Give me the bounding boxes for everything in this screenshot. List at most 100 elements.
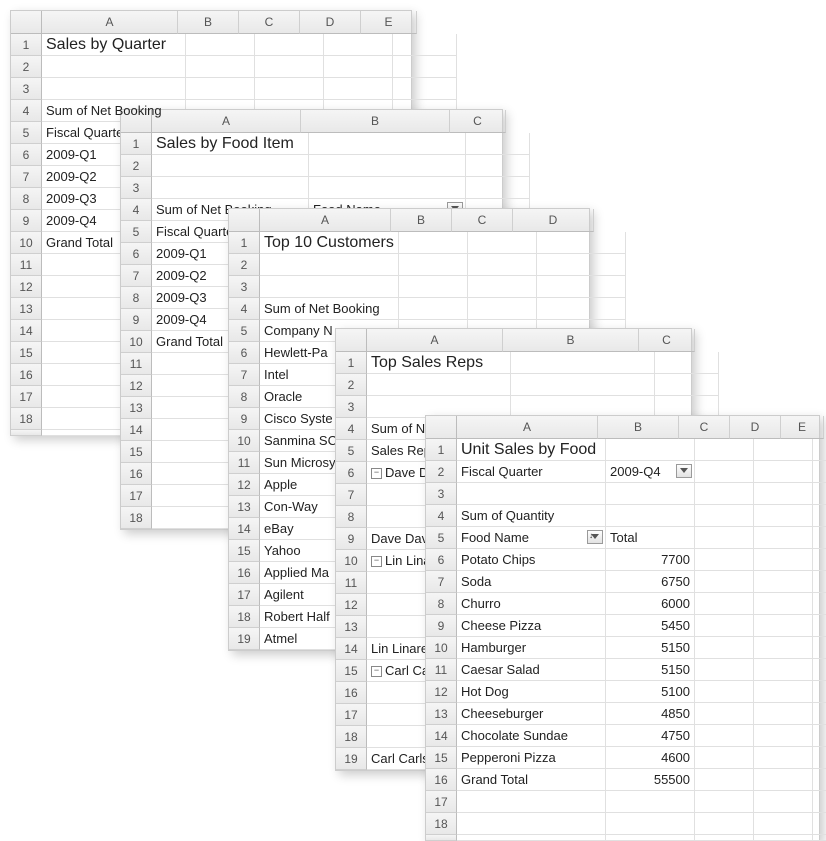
row-header[interactable]: 13 — [121, 397, 152, 419]
col-header[interactable]: D — [513, 209, 594, 232]
cell[interactable]: Sum of Net Booking — [260, 298, 399, 320]
cell[interactable] — [754, 505, 813, 527]
cell[interactable] — [399, 298, 468, 320]
col-header[interactable]: A — [367, 329, 503, 352]
row-header[interactable]: 10 — [11, 232, 42, 254]
col-header[interactable]: A — [42, 11, 178, 34]
row-header[interactable]: 13 — [426, 703, 457, 725]
cell[interactable] — [695, 615, 754, 637]
cell[interactable] — [695, 527, 754, 549]
cell[interactable] — [754, 483, 813, 505]
row-header[interactable]: 12 — [11, 276, 42, 298]
cell[interactable] — [511, 352, 655, 374]
cell[interactable] — [813, 835, 826, 841]
cell[interactable] — [468, 232, 537, 254]
cell[interactable]: 4600 — [606, 747, 695, 769]
cell[interactable] — [466, 177, 530, 199]
row-header[interactable]: 16 — [229, 562, 260, 584]
cell[interactable]: Unit Sales by Food — [457, 439, 606, 461]
row-header[interactable]: 2 — [229, 254, 260, 276]
cell[interactable] — [813, 549, 826, 571]
row-header[interactable]: 4 — [229, 298, 260, 320]
row-header[interactable]: 10 — [426, 637, 457, 659]
cell[interactable] — [754, 725, 813, 747]
cell[interactable] — [754, 439, 813, 461]
cell[interactable]: Sum of Quantity — [457, 505, 606, 527]
cell[interactable] — [754, 571, 813, 593]
cell[interactable]: 6000 — [606, 593, 695, 615]
select-all-corner[interactable] — [11, 11, 42, 34]
row-header[interactable]: 9 — [121, 309, 152, 331]
row-header[interactable]: 9 — [426, 615, 457, 637]
row-header[interactable]: 7 — [336, 484, 367, 506]
row-header[interactable]: 18 — [336, 726, 367, 748]
row-header[interactable]: 9 — [336, 528, 367, 550]
row-header[interactable]: 8 — [229, 386, 260, 408]
cell[interactable]: Total — [606, 527, 695, 549]
row-header[interactable]: 2 — [336, 374, 367, 396]
cell[interactable] — [813, 439, 826, 461]
row-header[interactable] — [11, 430, 42, 436]
cell[interactable] — [813, 747, 826, 769]
row-header[interactable]: 10 — [336, 550, 367, 572]
cell[interactable] — [695, 483, 754, 505]
row-header[interactable]: 15 — [336, 660, 367, 682]
col-header[interactable]: A — [260, 209, 391, 232]
row-header[interactable]: 4 — [426, 505, 457, 527]
cell[interactable] — [813, 703, 826, 725]
cell[interactable] — [695, 505, 754, 527]
cell[interactable] — [813, 681, 826, 703]
row-header[interactable]: 11 — [229, 452, 260, 474]
cell[interactable] — [813, 505, 826, 527]
cell[interactable]: Churro — [457, 593, 606, 615]
row-header[interactable]: 5 — [11, 122, 42, 144]
row-header[interactable]: 4 — [11, 100, 42, 122]
row-header[interactable]: 16 — [11, 364, 42, 386]
cell[interactable] — [468, 276, 537, 298]
cell[interactable] — [606, 791, 695, 813]
col-header[interactable]: B — [391, 209, 452, 232]
row-header[interactable]: 14 — [121, 419, 152, 441]
col-header[interactable]: C — [452, 209, 513, 232]
cell[interactable] — [255, 34, 324, 56]
row-header[interactable]: 6 — [11, 144, 42, 166]
col-header[interactable]: E — [361, 11, 417, 34]
row-header[interactable]: 6 — [336, 462, 367, 484]
cell[interactable] — [324, 34, 393, 56]
cell[interactable] — [695, 637, 754, 659]
row-header[interactable]: 16 — [426, 769, 457, 791]
row-header[interactable]: 7 — [11, 166, 42, 188]
cell[interactable]: Top 10 Customers — [260, 232, 399, 254]
row-header[interactable]: 8 — [426, 593, 457, 615]
row-header[interactable]: 5 — [121, 221, 152, 243]
cell[interactable] — [695, 659, 754, 681]
row-header[interactable]: 16 — [336, 682, 367, 704]
col-header[interactable]: E — [781, 416, 824, 439]
cell[interactable] — [695, 725, 754, 747]
row-header[interactable]: 13 — [229, 496, 260, 518]
cell[interactable]: Pepperoni Pizza — [457, 747, 606, 769]
cell[interactable] — [186, 78, 255, 100]
cell[interactable] — [260, 276, 399, 298]
cell[interactable] — [695, 835, 754, 841]
row-header[interactable]: 7 — [426, 571, 457, 593]
row-header[interactable]: 13 — [336, 616, 367, 638]
collapse-icon[interactable]: − — [371, 556, 382, 567]
cell[interactable]: 6750 — [606, 571, 695, 593]
cell[interactable] — [695, 461, 754, 483]
cell[interactable] — [813, 791, 826, 813]
cell[interactable] — [754, 769, 813, 791]
cell[interactable]: 55500 — [606, 769, 695, 791]
row-header[interactable]: 15 — [121, 441, 152, 463]
cell[interactable] — [399, 276, 468, 298]
cell[interactable] — [457, 483, 606, 505]
row-header[interactable]: 17 — [11, 386, 42, 408]
row-header[interactable]: 4 — [336, 418, 367, 440]
cell[interactable]: Food Name↓ — [457, 527, 606, 549]
row-header[interactable]: 18 — [229, 606, 260, 628]
col-header[interactable]: B — [598, 416, 679, 439]
cell[interactable]: Grand Total — [457, 769, 606, 791]
cell[interactable] — [606, 835, 695, 841]
col-header[interactable]: D — [300, 11, 361, 34]
cell[interactable] — [754, 813, 813, 835]
